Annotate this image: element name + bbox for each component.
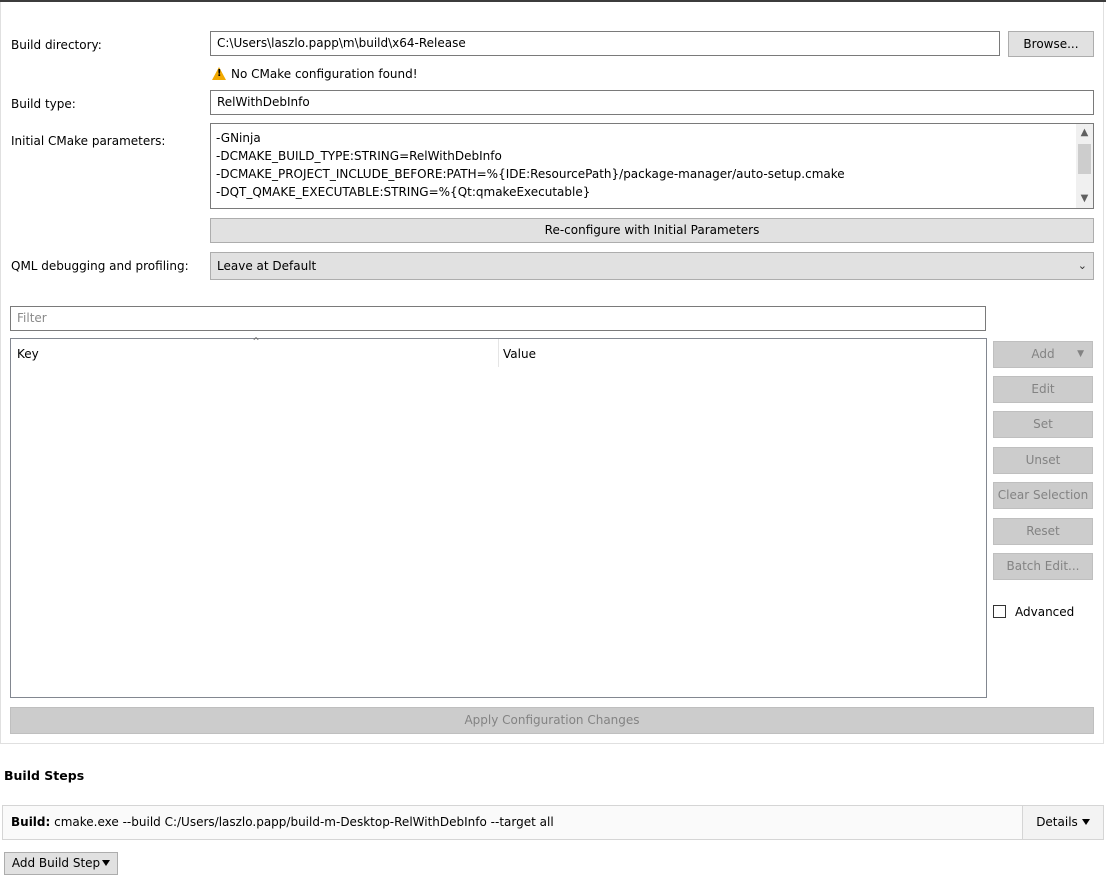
reconfigure-button[interactable]: Re-configure with Initial Parameters: [210, 218, 1094, 243]
batch-edit-button[interactable]: Batch Edit...: [993, 553, 1093, 580]
edit-button[interactable]: Edit: [993, 376, 1093, 403]
add-build-step-button[interactable]: Add Build Step: [4, 852, 118, 875]
filter-input[interactable]: Filter: [10, 306, 986, 331]
vertical-scrollbar[interactable]: ▲ ▼: [1076, 124, 1093, 208]
caret-down-icon: [1081, 819, 1090, 825]
qml-debugging-label: QML debugging and profiling:: [11, 259, 189, 273]
build-type-input[interactable]: RelWithDebInfo: [210, 90, 1094, 115]
initial-param-line: -GNinja: [216, 131, 261, 145]
build-steps-heading: Build Steps: [4, 768, 85, 783]
table-header: Key ⌃ Value: [11, 335, 986, 367]
unset-button[interactable]: Unset: [993, 447, 1093, 474]
build-step-row: Build: cmake.exe --build C:/Users/laszlo…: [2, 805, 1104, 840]
qml-debugging-select[interactable]: Leave at Default ⌄: [210, 252, 1094, 280]
scroll-thumb[interactable]: [1078, 144, 1091, 174]
sort-ascending-icon: ⌃: [251, 335, 262, 349]
column-header-key[interactable]: Key: [17, 347, 39, 361]
add-build-step-label: Add Build Step: [11, 856, 101, 870]
reset-button[interactable]: Reset: [993, 518, 1093, 545]
initial-cmake-parameters-textarea[interactable]: -GNinja -DCMAKE_BUILD_TYPE:STRING=RelWit…: [210, 123, 1094, 209]
initial-param-line: -DCMAKE_BUILD_TYPE:STRING=RelWithDebInfo: [216, 149, 502, 163]
advanced-label: Advanced: [1015, 605, 1075, 619]
advanced-checkbox[interactable]: [993, 605, 1006, 618]
browse-button[interactable]: Browse...: [1008, 31, 1094, 57]
set-button[interactable]: Set: [993, 411, 1093, 438]
column-header-value[interactable]: Value: [503, 347, 536, 361]
add-button-label: Add: [1031, 347, 1055, 361]
no-config-warning-text: No CMake configuration found!: [231, 67, 418, 81]
initial-param-line: -DCMAKE_PROJECT_INCLUDE_BEFORE:PATH=%{ID…: [216, 167, 845, 181]
initial-param-line: -DQT_QMAKE_EXECUTABLE:STRING=%{Qt:qmakeE…: [216, 185, 591, 199]
clear-selection-button[interactable]: Clear Selection: [993, 482, 1093, 509]
add-button[interactable]: Add ▼: [993, 341, 1093, 368]
no-config-warning: ! No CMake configuration found!: [212, 66, 418, 82]
column-divider[interactable]: [498, 339, 499, 367]
build-step-summary: Build: cmake.exe --build C:/Users/laszlo…: [11, 815, 554, 829]
build-step-prefix: Build:: [11, 815, 51, 829]
config-table[interactable]: Key ⌃ Value: [10, 335, 987, 698]
build-type-label: Build type:: [11, 97, 76, 111]
build-directory-label: Build directory:: [11, 38, 102, 52]
qml-debugging-value: Leave at Default: [217, 259, 317, 273]
chevron-down-icon: ⌄: [1077, 259, 1087, 272]
initial-cmake-parameters-label: Initial CMake parameters:: [11, 134, 166, 148]
warning-icon: !: [212, 67, 226, 80]
build-step-command: cmake.exe --build C:/Users/laszlo.papp/b…: [54, 815, 554, 829]
dropdown-arrow-icon: ▼: [1077, 349, 1084, 359]
details-label: Details: [1036, 815, 1078, 829]
details-button[interactable]: Details: [1022, 806, 1103, 839]
scroll-down-icon[interactable]: ▼: [1076, 191, 1093, 207]
apply-configuration-changes-button[interactable]: Apply Configuration Changes: [10, 707, 1094, 734]
scroll-up-icon[interactable]: ▲: [1076, 125, 1093, 141]
build-directory-input[interactable]: C:\Users\laszlo.papp\m\build\x64-Release: [210, 31, 1000, 56]
caret-down-icon: [102, 860, 111, 866]
